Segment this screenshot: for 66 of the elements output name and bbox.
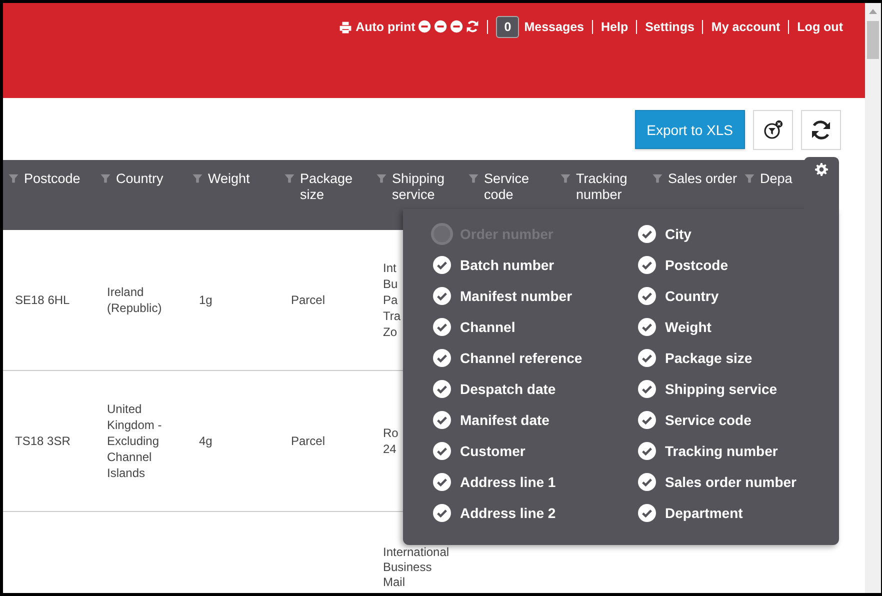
minus-circle-icon[interactable]: [434, 20, 448, 33]
table-cell: Int Bu Pa Tra Zo: [383, 260, 401, 340]
minus-circle-icon[interactable]: [418, 20, 432, 33]
column-header[interactable]: Service code: [484, 171, 560, 203]
column-option[interactable]: Channel reference: [433, 347, 582, 369]
minus-circle-icon[interactable]: [450, 20, 464, 33]
refresh-icon: [810, 119, 832, 141]
filter-icon: [192, 173, 203, 184]
printer-icon: [338, 20, 352, 34]
filter-icon: [560, 173, 571, 184]
table-cell: 4g: [199, 433, 212, 449]
table-cell: Ro 24: [383, 425, 398, 457]
column-option[interactable]: Batch number: [433, 254, 554, 276]
refresh-icon: [466, 20, 480, 33]
column-header[interactable]: Shipping service: [392, 171, 468, 203]
filter-icon: [468, 173, 479, 184]
filter-clear-icon: [762, 119, 784, 141]
column-header[interactable]: Tracking number: [576, 171, 652, 203]
table-cell-text: United Kingdom - Excluding Channel Islands: [107, 401, 163, 481]
column-option[interactable]: Country: [638, 285, 719, 307]
auto-print-toggle[interactable]: Auto print: [338, 16, 416, 38]
header-link[interactable]: My account: [711, 16, 780, 38]
table-cell: Parcel: [291, 292, 326, 308]
table-cell: International Business Mail: [383, 545, 450, 590]
column-header[interactable]: Sales order: [668, 171, 738, 187]
column-option[interactable]: Tracking number: [638, 440, 778, 462]
refresh-button[interactable]: [801, 110, 841, 150]
column-option[interactable]: Manifest number: [433, 285, 572, 307]
clear-filters-button[interactable]: [753, 110, 793, 150]
filter-icon: [652, 173, 663, 184]
column-option[interactable]: Shipping service: [638, 378, 778, 400]
column-header[interactable]: Postcode: [24, 171, 80, 187]
table-cell: SE18 6HL: [15, 292, 70, 308]
filter-icon: [8, 173, 19, 184]
column-option[interactable]: Sales order number: [638, 471, 796, 493]
settings-icon: [815, 163, 828, 176]
column-header[interactable]: Package size: [300, 171, 376, 203]
table-cell: 1g: [199, 292, 212, 308]
column-option[interactable]: Despatch date: [433, 378, 556, 400]
column-header[interactable]: Weight: [208, 171, 250, 187]
header-link[interactable]: Help: [601, 16, 628, 38]
scrollbar[interactable]: [865, 3, 881, 593]
column-option[interactable]: City: [638, 223, 692, 245]
column-option[interactable]: Address line 1: [433, 471, 556, 493]
column-option[interactable]: Postcode: [638, 254, 728, 276]
column-option[interactable]: Address line 2: [433, 502, 556, 524]
column-option[interactable]: Service code: [638, 409, 752, 431]
filter-icon: [744, 173, 755, 184]
header-link[interactable]: Settings: [645, 16, 694, 38]
column-option[interactable]: Department: [638, 502, 743, 524]
column-header[interactable]: Depa: [760, 171, 792, 187]
table-cell-text: Ireland (Republic): [107, 284, 163, 316]
column-option[interactable]: Package size: [638, 347, 752, 369]
messages-link[interactable]: Messages: [524, 16, 584, 38]
table-cell: TS18 3SR: [15, 433, 70, 449]
column-option[interactable]: Weight: [638, 316, 712, 338]
filter-icon: [284, 173, 295, 184]
column-option[interactable]: Channel: [433, 316, 516, 338]
column-option[interactable]: Customer: [433, 440, 526, 462]
table-cell: Parcel: [291, 433, 326, 449]
header-link[interactable]: Log out: [797, 16, 843, 38]
column-option[interactable]: Manifest date: [433, 409, 550, 431]
message-count-badge: 0: [496, 16, 520, 38]
filter-icon: [376, 173, 387, 184]
column-header[interactable]: Country: [116, 171, 164, 187]
filter-icon: [100, 173, 111, 184]
